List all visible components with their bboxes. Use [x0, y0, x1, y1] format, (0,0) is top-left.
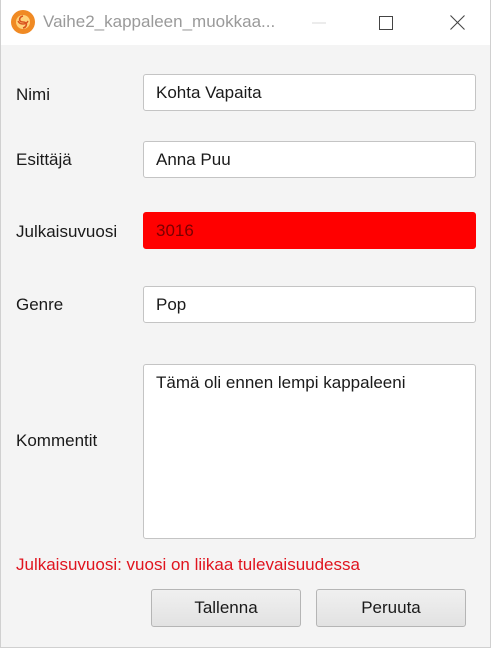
- validation-error-message: Julkaisuvuosi: vuosi on liikaa tulevaisu…: [16, 555, 360, 574]
- title-bar[interactable]: Vaihe2_kappaleen_muokkaa...: [1, 0, 490, 45]
- name-label: Nimi: [16, 85, 50, 104]
- save-button[interactable]: Tallenna: [151, 589, 301, 627]
- comments-label: Kommentit: [16, 431, 98, 450]
- cancel-button[interactable]: Peruuta: [316, 589, 466, 627]
- window-title: Vaihe2_kappaleen_muokkaa...: [43, 12, 276, 31]
- genre-field[interactable]: [143, 286, 476, 323]
- close-button[interactable]: [434, 0, 480, 45]
- artist-label: Esittäjä: [16, 150, 72, 169]
- close-icon: [449, 15, 465, 30]
- maximize-icon: [379, 15, 393, 30]
- genre-label: Genre: [16, 295, 64, 314]
- minimize-icon: [312, 22, 326, 23]
- minimize-button[interactable]: [296, 0, 342, 45]
- release-year-label: Julkaisuvuosi: [16, 222, 118, 241]
- comments-textarea[interactable]: Tämä oli ennen lempi kappaleeni: [143, 364, 476, 539]
- release-year-field[interactable]: [143, 212, 476, 249]
- maximize-button[interactable]: [363, 0, 409, 45]
- artist-field[interactable]: [143, 141, 476, 178]
- rose-app-icon: [11, 10, 35, 34]
- edit-song-window: Vaihe2_kappaleen_muokkaa... Nimi Esittäj…: [0, 0, 491, 648]
- name-field[interactable]: [143, 74, 476, 111]
